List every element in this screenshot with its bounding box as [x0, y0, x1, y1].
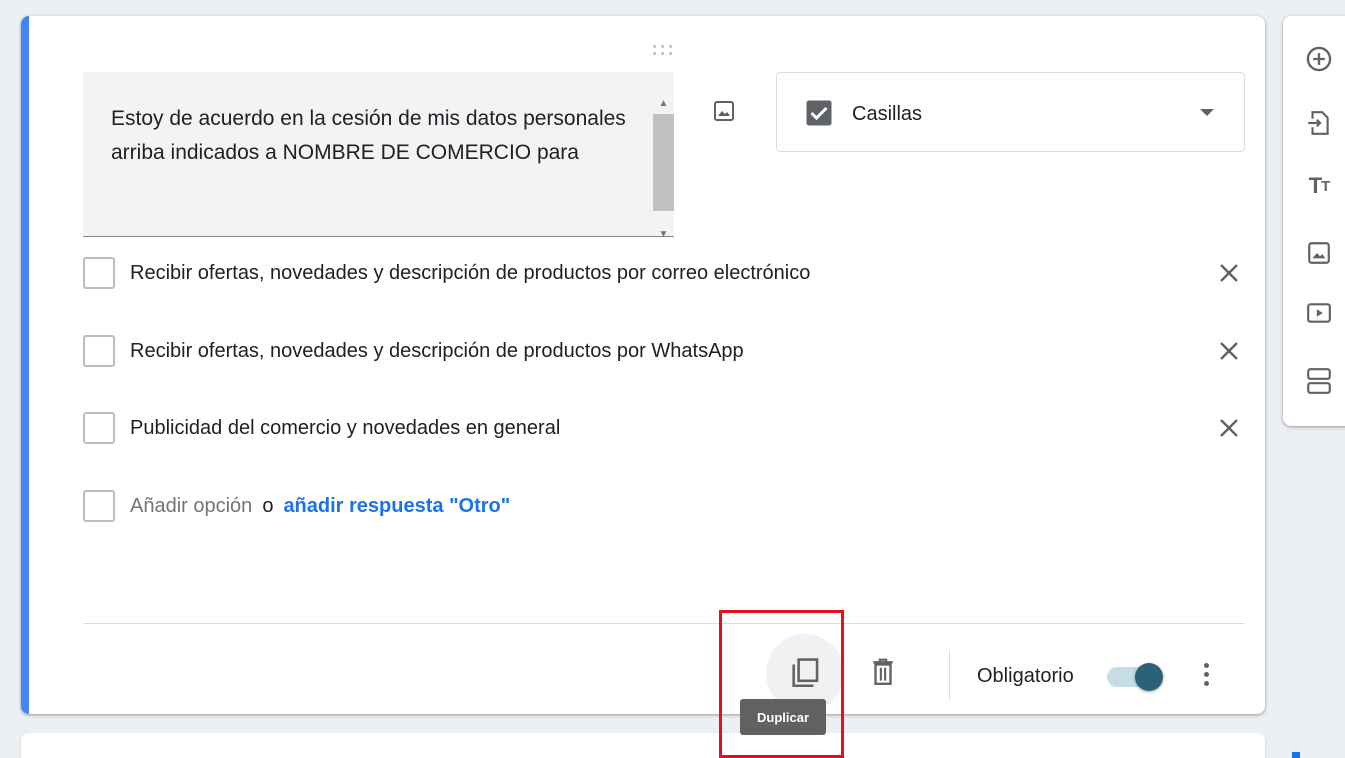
- remove-option-button[interactable]: [1215, 259, 1243, 287]
- option-label[interactable]: Publicidad del comercio y novedades en g…: [130, 417, 560, 440]
- option-checkbox: [83, 335, 115, 367]
- image-icon: [714, 101, 734, 121]
- scroll-indicator: [1292, 752, 1300, 758]
- drag-handle-icon[interactable]: [651, 43, 677, 57]
- add-image-button[interactable]: [706, 93, 742, 129]
- add-option-or: o: [262, 494, 274, 517]
- close-icon: [1220, 419, 1238, 437]
- add-title-icon[interactable]: TT: [1301, 168, 1337, 204]
- option-label[interactable]: Recibir ofertas, novedades y descripción…: [130, 340, 744, 363]
- footer-divider: [83, 623, 1245, 624]
- remove-option-button[interactable]: [1215, 337, 1243, 365]
- add-section-button[interactable]: [1301, 363, 1337, 399]
- option-row: Publicidad del comercio y novedades en g…: [83, 411, 1243, 445]
- close-icon: [1220, 264, 1238, 282]
- add-video-icon: [1307, 303, 1331, 323]
- option-checkbox: [83, 412, 115, 444]
- close-icon: [1220, 342, 1238, 360]
- question-type-label: Casillas: [852, 103, 923, 125]
- option-checkbox: [83, 490, 115, 522]
- question-card[interactable]: Estoy de acuerdo en la cesión de mis dat…: [21, 16, 1265, 714]
- remove-option-button[interactable]: [1215, 414, 1243, 442]
- required-toggle[interactable]: [1107, 663, 1167, 691]
- footer-vertical-divider: [949, 650, 950, 700]
- add-video-button[interactable]: [1301, 295, 1337, 331]
- scrollbar-thumb[interactable]: [653, 114, 674, 211]
- option-label[interactable]: Recibir ofertas, novedades y descripción…: [130, 262, 810, 285]
- add-option-button[interactable]: Añadir opción: [130, 495, 252, 518]
- dropdown-caret-icon: [1200, 109, 1214, 116]
- add-image-icon: [1308, 242, 1330, 264]
- duplicate-tooltip: Duplicar: [740, 699, 826, 735]
- add-other-button[interactable]: añadir respuesta "Otro": [283, 495, 510, 518]
- scroll-up-icon[interactable]: ▲: [653, 96, 674, 112]
- question-title-field[interactable]: Estoy de acuerdo en la cesión de mis dat…: [83, 72, 674, 240]
- more-options-button[interactable]: [1191, 654, 1221, 694]
- copy-icon: [792, 658, 819, 688]
- delete-button[interactable]: [862, 648, 904, 696]
- checkbox-checked-icon: [806, 100, 832, 126]
- question-scrollbar[interactable]: ▲ ▼: [653, 94, 674, 240]
- add-section-icon: [1307, 368, 1331, 394]
- question-type-dropdown[interactable]: Casillas: [776, 72, 1245, 152]
- toggle-knob: [1135, 663, 1163, 691]
- more-vert-icon: [1203, 662, 1209, 668]
- question-title-text[interactable]: Estoy de acuerdo en la cesión de mis dat…: [111, 102, 631, 170]
- next-question-card[interactable]: [21, 733, 1265, 758]
- add-option-row: Añadir opción o añadir respuesta "Otro": [83, 489, 1243, 523]
- add-question-icon: [1306, 46, 1332, 72]
- option-row: Recibir ofertas, novedades y descripción…: [83, 256, 1243, 290]
- add-question-button[interactable]: [1301, 41, 1337, 77]
- option-row: Recibir ofertas, novedades y descripción…: [83, 334, 1243, 368]
- import-questions-button[interactable]: [1301, 105, 1337, 141]
- add-image-tool-button[interactable]: [1301, 235, 1337, 271]
- side-toolbar: TT: [1283, 16, 1345, 426]
- scroll-down-icon[interactable]: ▼: [653, 227, 674, 243]
- option-checkbox: [83, 257, 115, 289]
- trash-icon: [873, 658, 893, 685]
- required-label: Obligatorio: [977, 665, 1074, 687]
- import-questions-icon: [1308, 111, 1329, 135]
